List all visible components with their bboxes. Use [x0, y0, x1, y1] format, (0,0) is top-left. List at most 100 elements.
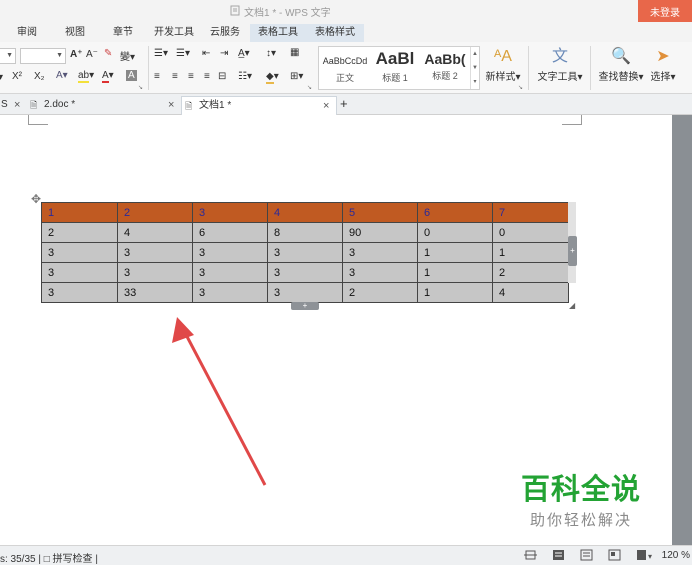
table-cell[interactable]: 0 — [492, 222, 569, 243]
decrease-indent-icon[interactable]: ⇤ — [202, 48, 210, 59]
table-cell[interactable]: 4 — [492, 282, 569, 303]
table-border-icon[interactable]: ▦ — [290, 47, 299, 58]
table-cell[interactable]: 3 — [117, 262, 193, 283]
focus-mode-icon[interactable] — [524, 549, 537, 561]
table-cell[interactable]: 1 — [492, 242, 569, 263]
align-right-icon[interactable]: ≡ — [188, 71, 194, 82]
tab-table-style[interactable]: 表格样式 — [306, 24, 364, 42]
style-gallery-scroll[interactable]: ▲ ▼ ▾ — [470, 47, 479, 89]
text-effect-icon[interactable]: A▾ — [56, 70, 68, 81]
close-icon[interactable]: × — [323, 97, 329, 115]
tab-cloud-service[interactable]: 云服务 — [206, 24, 244, 42]
font-name-combo[interactable]: ▼ — [0, 48, 16, 64]
clear-format-icon[interactable]: ✎ — [104, 48, 112, 59]
table-cell[interactable]: 3 — [192, 262, 268, 283]
align-center-icon[interactable]: ≡ — [172, 71, 178, 82]
borders-icon[interactable]: ⊞▾ — [290, 71, 303, 82]
table-cell[interactable]: 3 — [342, 262, 418, 283]
table-cell[interactable]: 3 — [41, 282, 118, 303]
distributed-icon[interactable]: ⊟ — [218, 71, 226, 82]
table-cell[interactable]: 3 — [192, 202, 268, 223]
table-cell[interactable]: 3 — [267, 262, 343, 283]
table-cell[interactable]: 7 — [492, 202, 569, 223]
paragraph-dialog-launcher-icon[interactable]: ↘ — [307, 84, 312, 91]
superscript-icon[interactable]: X² — [12, 71, 22, 82]
document-page[interactable]: ✥ 1 2 3 4 5 6 7 2 4 6 8 90 0 0 3 3 3 3 3 1 1 3 3 3 3 3 1 2 3 33 3 3 2 1 4 … — [0, 115, 672, 545]
table-cell[interactable]: 2 — [117, 202, 193, 223]
table-cell[interactable]: 1 — [417, 242, 493, 263]
highlight-icon[interactable]: ab▾ — [78, 70, 94, 83]
login-button[interactable]: 未登录 — [638, 0, 692, 22]
numbering-icon[interactable]: ☰▾ — [176, 48, 190, 59]
table-cell[interactable]: 3 — [342, 242, 418, 263]
table-cell[interactable]: 8 — [267, 222, 343, 243]
increase-indent-icon[interactable]: ⇥ — [220, 48, 228, 59]
justify-icon[interactable]: ≡ — [204, 71, 210, 82]
char-shading-icon[interactable]: A — [126, 70, 137, 81]
outline-view-icon[interactable] — [580, 549, 593, 561]
align-left-icon[interactable]: ≡ — [154, 71, 160, 82]
shrink-font-icon[interactable]: A⁻ — [86, 49, 98, 60]
style-heading2[interactable]: AaBb( 标题 2 — [421, 47, 469, 89]
close-icon[interactable]: × — [14, 96, 20, 114]
table-cell[interactable]: 3 — [267, 282, 343, 303]
grow-font-icon[interactable]: A⁺ — [70, 49, 83, 60]
subscript-icon[interactable]: X₂ — [34, 71, 45, 82]
table-cell[interactable]: 1 — [417, 282, 493, 303]
table-cell[interactable]: 3 — [41, 242, 118, 263]
table-cell[interactable]: 0 — [417, 222, 493, 243]
tab-table-tools[interactable]: 表格工具 — [250, 24, 306, 42]
tab-view[interactable]: 视图 — [60, 24, 90, 42]
table-cell[interactable]: 2 — [492, 262, 569, 283]
close-icon[interactable]: × — [168, 96, 174, 114]
table-cell[interactable]: 2 — [342, 282, 418, 303]
doc-tab-2doc[interactable]: 🗎 2.doc * × — [28, 96, 178, 115]
table-cell[interactable]: 3 — [192, 282, 268, 303]
tab-review[interactable]: 审阅 — [12, 24, 42, 42]
table-cell[interactable]: 33 — [117, 282, 193, 303]
font-size-combo[interactable]: ▼ — [20, 48, 66, 64]
tab-chapter[interactable]: 章节 — [108, 24, 138, 42]
tab-developer-tools[interactable]: 开发工具 — [150, 24, 198, 42]
style-normal[interactable]: AaBbCcDd 正文 — [321, 47, 369, 89]
select-button[interactable]: ➤ 选择▾ — [648, 46, 678, 83]
text-tools-button[interactable]: 文 文字工具▾ — [534, 46, 586, 83]
table-resize-handle-icon[interactable]: ◢ — [569, 302, 577, 310]
web-view-icon[interactable] — [608, 549, 621, 561]
add-row-button[interactable]: + — [291, 302, 319, 310]
table-cell[interactable]: 3 — [192, 242, 268, 263]
font-color-icon[interactable]: A▾ — [102, 70, 114, 83]
strike-dropdown-icon[interactable]: ▾ — [0, 72, 3, 83]
add-column-button[interactable]: + — [568, 236, 577, 266]
shading-icon[interactable]: ◆▾ — [266, 71, 279, 84]
zoom-level[interactable]: 120 % — [662, 550, 690, 561]
table-cell[interactable]: 6 — [417, 202, 493, 223]
font-dialog-launcher-icon[interactable]: ↘ — [138, 84, 143, 91]
table-cell[interactable]: 3 — [41, 262, 118, 283]
table-cell[interactable]: 1 — [417, 262, 493, 283]
phonetic-icon[interactable]: 變▾ — [120, 48, 135, 63]
table-cell[interactable]: 4 — [117, 222, 193, 243]
bullets-icon[interactable]: ☰▾ — [154, 48, 168, 59]
table-cell[interactable]: 5 — [342, 202, 418, 223]
new-style-button[interactable]: ᴬA 新样式▾ — [484, 46, 522, 83]
line-spacing-icon[interactable]: ↕▾ — [266, 48, 276, 59]
table-cell[interactable]: 90 — [342, 222, 418, 243]
table-cell[interactable]: 1 — [41, 202, 118, 223]
chinese-layout-icon[interactable]: A̲▾ — [238, 48, 250, 59]
page-view-icon[interactable] — [552, 549, 565, 561]
style-heading1[interactable]: AaBl 标题 1 — [371, 47, 419, 89]
paragraph-spacing-icon[interactable]: ☷▾ — [238, 71, 252, 82]
table-cell[interactable]: 3 — [117, 242, 193, 263]
table-cell[interactable]: 2 — [41, 222, 118, 243]
table-cell[interactable]: 6 — [192, 222, 268, 243]
table-cell[interactable]: 3 — [267, 242, 343, 263]
styles-dialog-launcher-icon[interactable]: ↘ — [518, 84, 523, 91]
new-tab-button[interactable]: + — [340, 96, 354, 115]
doc-tab-active[interactable]: 🗎 文档1 * × — [181, 96, 337, 115]
reading-mode-icon[interactable]: ▾ — [636, 549, 656, 561]
vertical-scrollbar[interactable] — [672, 115, 692, 545]
table-cell[interactable]: 4 — [267, 202, 343, 223]
doc-tab-first[interactable]: S × — [0, 96, 26, 115]
find-replace-button[interactable]: 🔍 查找替换▾ — [596, 46, 646, 83]
